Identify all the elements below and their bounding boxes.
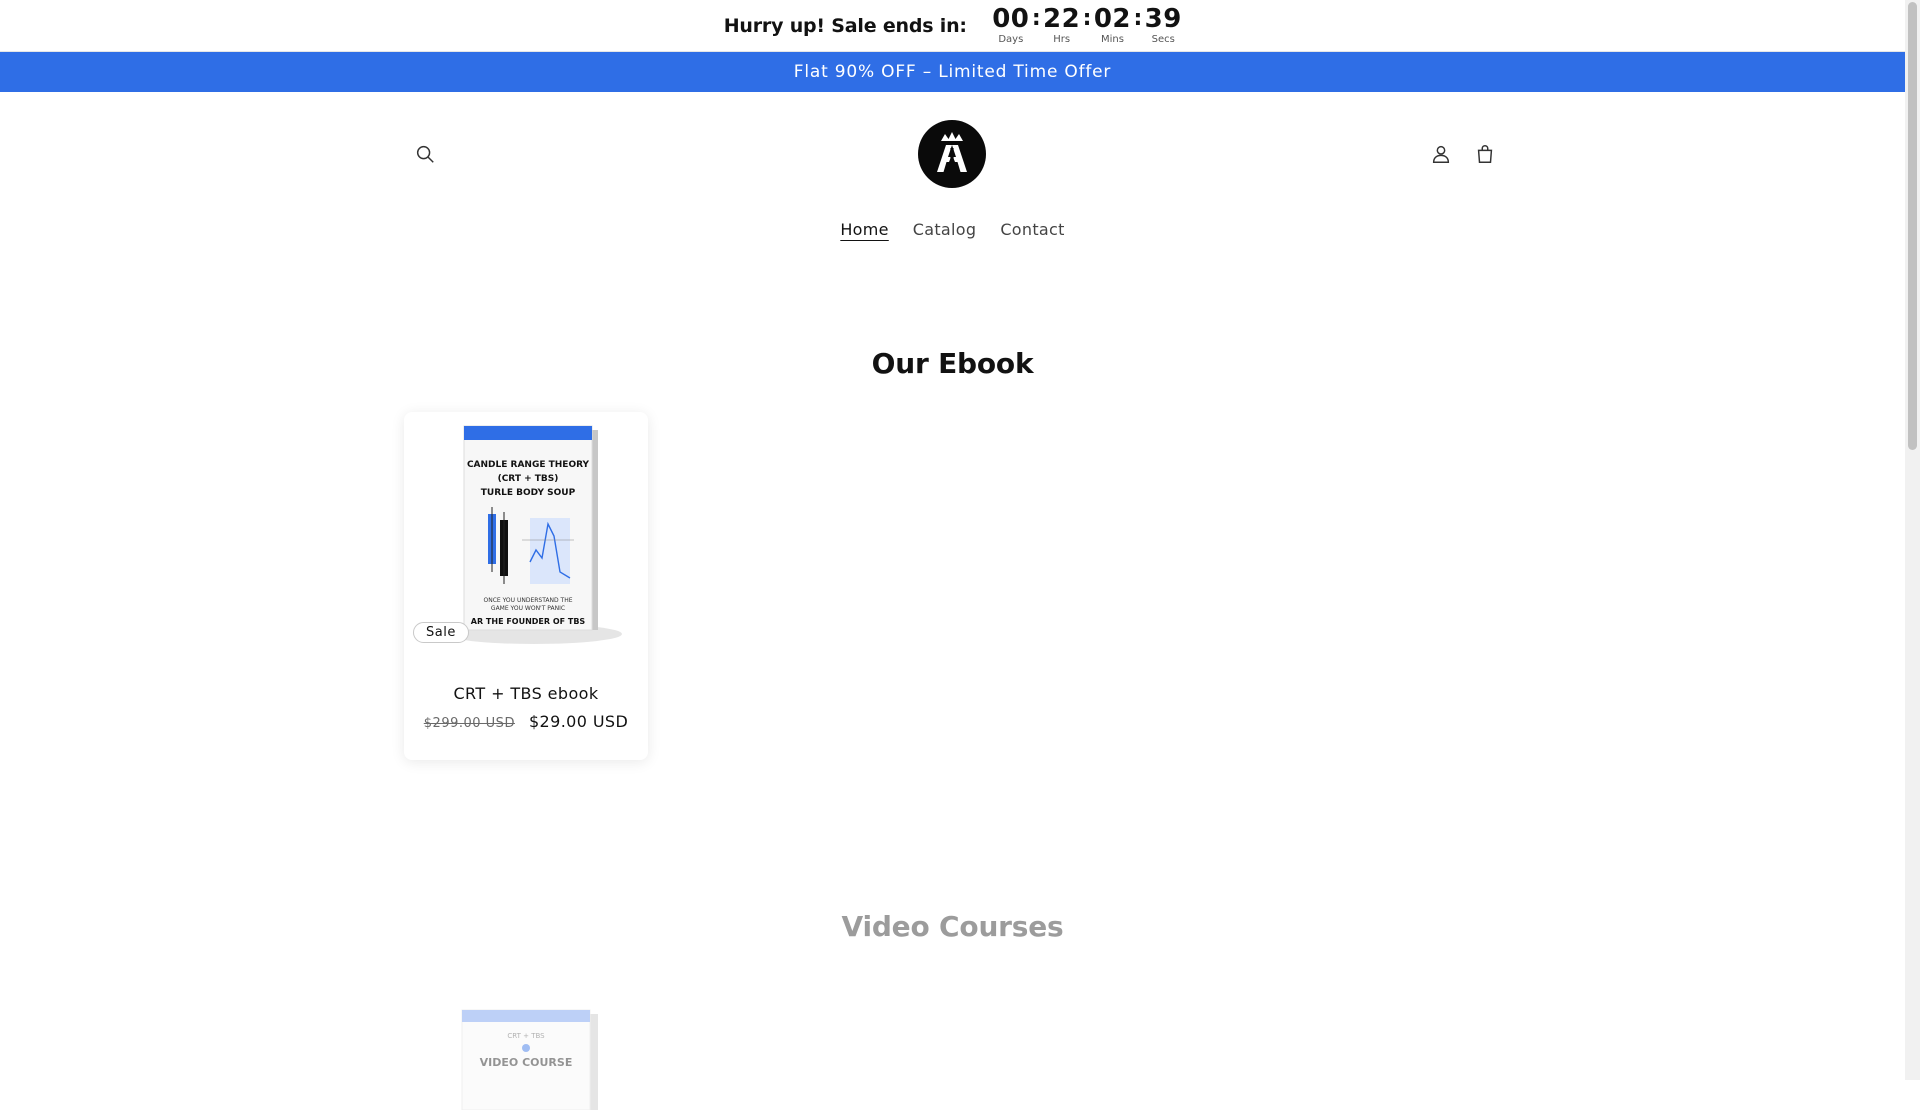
product-price-sale: $29.00 USD [528, 712, 629, 731]
book-cover-tagline2: GAME YOU WON'T PANIC [491, 605, 565, 612]
section-title-video: Video Courses [841, 910, 1064, 943]
announcement-text: Flat 90% OFF – Limited Time Offer [793, 62, 1112, 82]
nav-item-catalog[interactable]: Catalog [913, 220, 977, 239]
section-title-ebook: Our Ebook [871, 347, 1034, 380]
video-product-image: CRT + TBS VIDEO COURSE [461, 1009, 598, 1111]
logo-crown-icon [937, 132, 967, 172]
countdown-minutes-value: 02 [1093, 4, 1132, 34]
countdown-seconds-value: 39 [1144, 4, 1182, 34]
product-card[interactable]: CANDLE RANGE THEORY (CRT + TBS) TURLE BO… [404, 412, 648, 760]
countdown-separator: : [1031, 6, 1041, 31]
product-price-original: $299.00 USD [423, 716, 515, 731]
cart-icon [1477, 145, 1493, 163]
countdown-separator: : [1133, 6, 1143, 31]
countdown-timer: 00 Days : 22 Hrs : 02 Mins : 39 Secs [992, 4, 1182, 45]
countdown-heading: Hurry up! Sale ends in: [723, 14, 967, 37]
countdown-days-value: 00 [992, 4, 1030, 34]
announcement-bar: Flat 90% OFF – Limited Time Offer [0, 52, 1905, 92]
countdown-hours: 22 Hrs [1043, 4, 1081, 45]
product-title[interactable]: CRT + TBS ebook [404, 684, 648, 703]
account-button[interactable] [1421, 134, 1461, 174]
page-scrollbar[interactable] [1905, 0, 1920, 1080]
book-cover-line2: (CRT + TBS) [498, 474, 559, 484]
countdown-days: 00 Days [992, 4, 1030, 45]
countdown-seconds-label: Secs [1151, 34, 1175, 45]
book-cover-tagline1: ONCE YOU UNDERSTAND THE [483, 597, 572, 604]
product-prices: $299.00 USD $29.00 USD [404, 712, 648, 731]
search-icon [416, 145, 434, 163]
countdown-bar: Hurry up! Sale ends in: 00 Days : 22 Hrs… [0, 0, 1905, 52]
cart-button[interactable] [1465, 134, 1505, 174]
nav-item-home[interactable]: Home [840, 220, 888, 239]
sale-badge: Sale [413, 622, 469, 643]
countdown-seconds: 39 Secs [1144, 4, 1182, 45]
countdown-minutes-label: Mins [1100, 34, 1124, 45]
countdown-hours-label: Hrs [1053, 34, 1071, 45]
book-cover-line1: CANDLE RANGE THEORY [467, 460, 590, 470]
book-cover-line3: TURLE BODY SOUP [481, 488, 576, 498]
site-logo[interactable] [918, 120, 986, 188]
video-cover-line2: VIDEO COURSE [480, 1056, 573, 1069]
countdown-days-label: Days [998, 34, 1024, 45]
countdown-separator: : [1082, 6, 1092, 31]
nav-item-contact[interactable]: Contact [1000, 220, 1064, 239]
product-image: CANDLE RANGE THEORY (CRT + TBS) TURLE BO… [446, 425, 622, 644]
video-cover-line1: CRT + TBS [507, 1032, 545, 1040]
scrollbar-thumb[interactable] [1908, 2, 1917, 450]
account-icon [1432, 145, 1450, 163]
video-product-card[interactable]: CRT + TBS VIDEO COURSE [404, 990, 648, 1111]
site-header: Home Catalog Contact [0, 92, 1905, 260]
countdown-minutes: 02 Mins [1093, 4, 1132, 45]
book-cover-author: AR THE FOUNDER OF TBS [471, 617, 586, 626]
main-nav: Home Catalog Contact [0, 220, 1905, 239]
countdown-hours-value: 22 [1043, 4, 1081, 34]
search-button[interactable] [405, 134, 445, 174]
